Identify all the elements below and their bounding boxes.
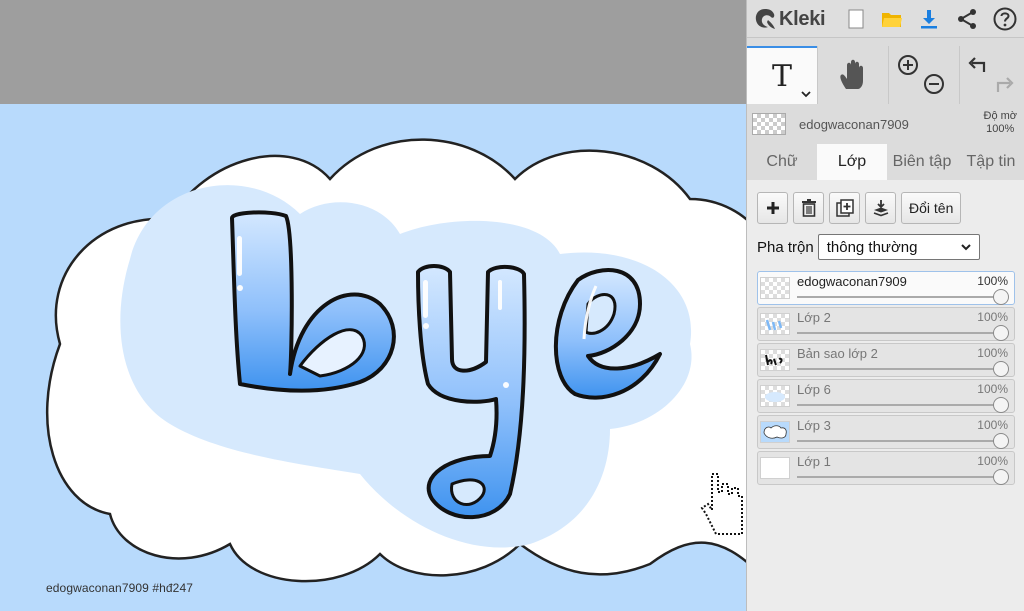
layer-thumbnail <box>760 385 790 407</box>
opacity-slider-track[interactable] <box>797 440 1000 442</box>
zoom-in-icon[interactable] <box>897 54 919 76</box>
opacity-value: 100% <box>986 123 1015 135</box>
layer-opacity: 100% <box>977 274 1008 288</box>
layer-opacity: 100% <box>977 454 1008 468</box>
side-panel: Kleki T edogwaconan7909 Độ mờ 100% Chữ L… <box>746 0 1024 611</box>
open-button[interactable] <box>877 4 907 34</box>
opacity-slider-knob[interactable] <box>993 469 1009 485</box>
opacity-slider-knob[interactable] <box>993 289 1009 305</box>
active-layer-name: edogwaconan7909 <box>799 117 909 132</box>
layer-name: Lớp 3 <box>797 418 831 433</box>
tab-file[interactable]: Tập tin <box>957 144 1024 180</box>
blend-label: Pha trộn <box>757 238 814 256</box>
watermark-text: edogwaconan7909 #hđ247 <box>46 581 194 595</box>
layer-item-edogwaconan7909[interactable]: edogwaconan7909 100% <box>757 271 1015 305</box>
layer-opacity: 100% <box>977 418 1008 432</box>
hand-tool[interactable] <box>818 46 888 104</box>
kleki-logo[interactable]: Kleki <box>753 5 826 33</box>
blend-mode-select[interactable]: thông thường <box>817 234 980 260</box>
layer-thumbnail <box>760 277 790 299</box>
layer-3-preview <box>763 425 787 439</box>
share-icon <box>958 9 976 29</box>
redo-icon[interactable] <box>994 74 1016 94</box>
share-button[interactable] <box>952 4 982 34</box>
layer-name: Lớp 6 <box>797 382 831 397</box>
add-layer-button[interactable] <box>757 192 788 224</box>
opacity-slider-knob[interactable] <box>993 433 1009 449</box>
save-button[interactable] <box>914 4 944 34</box>
chevron-down-icon <box>801 91 811 98</box>
layer-name: Lớp 2 <box>797 310 831 325</box>
layer-list: edogwaconan7909 100% Lớp 2 100% Bản sao … <box>757 271 1015 487</box>
opacity-readout[interactable]: Độ mờ 100% <box>984 110 1018 136</box>
folder-icon <box>882 13 902 27</box>
opacity-slider-track[interactable] <box>797 404 1000 406</box>
layer-item-lop-1[interactable]: Lớp 1 100% <box>757 451 1015 485</box>
tool-row: T <box>747 46 1024 104</box>
plus-icon <box>766 202 779 214</box>
new-file-icon <box>848 9 864 29</box>
layer-opacity: 100% <box>977 382 1008 396</box>
zoom-out-icon[interactable] <box>923 73 945 95</box>
opacity-slider-knob[interactable] <box>993 325 1009 341</box>
kleki-logo-icon <box>755 9 775 29</box>
opacity-slider-track[interactable] <box>797 332 1000 334</box>
artwork <box>45 138 746 583</box>
layer-thumbnail <box>760 421 790 443</box>
layer-opacity: 100% <box>977 310 1008 324</box>
opacity-label: Độ mờ <box>983 110 1018 122</box>
blend-mode-value: thông thường <box>826 238 918 256</box>
history-tools <box>960 46 1024 104</box>
chevron-down-icon <box>961 244 971 251</box>
new-image-button[interactable] <box>841 4 871 34</box>
layer-6-preview <box>765 392 785 402</box>
layer-opacity: 100% <box>977 346 1008 360</box>
duplicate-icon <box>835 199 854 217</box>
app-name: Kleki <box>779 7 826 30</box>
zoom-tools <box>889 46 959 104</box>
artboard[interactable]: edogwaconan7909 #hđ247 <box>0 104 746 611</box>
layer-name: Lớp 1 <box>797 454 831 469</box>
opacity-slider-track[interactable] <box>797 296 1000 298</box>
hand-icon <box>840 59 863 89</box>
active-layer-info: edogwaconan7909 Độ mờ 100% <box>747 104 1024 144</box>
layer-thumbnail <box>752 113 786 135</box>
rename-layer-button[interactable]: Đổi tên <box>901 192 962 224</box>
layer-item-lop-6[interactable]: Lớp 6 100% <box>757 379 1015 413</box>
help-icon <box>993 7 1017 31</box>
trash-icon <box>801 199 816 217</box>
tab-edit[interactable]: Biên tập <box>887 144 957 180</box>
text-tool[interactable]: T <box>747 46 817 104</box>
layer-thumbnail <box>760 457 790 479</box>
help-button[interactable] <box>990 4 1020 34</box>
undo-icon[interactable] <box>966 54 988 74</box>
tab-layers[interactable]: Lớp <box>817 144 887 180</box>
panel-tabs: Chữ Lớp Biên tập Tập tin <box>747 144 1024 180</box>
layer-actions: Đổi tên <box>757 192 962 224</box>
layer-thumbnail <box>760 349 790 371</box>
text-tool-icon: T <box>771 58 792 94</box>
layer-2-preview <box>765 319 783 331</box>
layer-name: Bản sao lớp 2 <box>797 346 878 361</box>
layers-tab-body: Đổi tên Pha trộn thông thường edogwacona… <box>747 180 1024 611</box>
merge-down-button[interactable] <box>865 192 896 224</box>
top-bar: Kleki <box>747 0 1024 38</box>
opacity-slider-track[interactable] <box>797 476 1000 478</box>
layer-copy-preview <box>765 354 783 366</box>
opacity-slider-knob[interactable] <box>993 361 1009 377</box>
download-icon <box>921 10 937 29</box>
blend-mode-row: Pha trộn thông thường <box>757 234 980 260</box>
layer-item-ban-sao-lop-2[interactable]: Bản sao lớp 2 100% <box>757 343 1015 377</box>
opacity-slider-track[interactable] <box>797 368 1000 370</box>
delete-layer-button[interactable] <box>793 192 824 224</box>
duplicate-layer-button[interactable] <box>829 192 860 224</box>
tab-text[interactable]: Chữ <box>747 144 817 180</box>
layer-thumbnail <box>760 313 790 335</box>
layer-item-lop-3[interactable]: Lớp 3 100% <box>757 415 1015 449</box>
merge-down-icon <box>873 200 888 217</box>
canvas-area[interactable]: edogwaconan7909 #hđ247 <box>0 0 746 611</box>
layer-item-lop-2[interactable]: Lớp 2 100% <box>757 307 1015 341</box>
layer-name: edogwaconan7909 <box>797 274 907 289</box>
opacity-slider-knob[interactable] <box>993 397 1009 413</box>
